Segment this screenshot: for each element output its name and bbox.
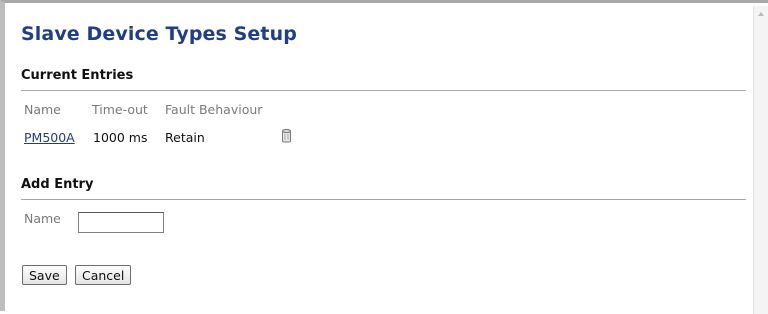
name-field-label: Name — [24, 211, 61, 226]
entry-timeout: 1000 ms — [93, 130, 148, 145]
section-divider — [21, 199, 746, 200]
add-entry-heading: Add Entry — [21, 177, 94, 192]
entry-name-link[interactable]: PM500A — [24, 130, 75, 145]
save-button[interactable]: Save — [22, 265, 67, 285]
column-header-fault-behaviour: Fault Behaviour — [165, 102, 263, 117]
page-frame: Slave Device Types Setup Current Entries… — [0, 0, 768, 314]
scroll-up-arrow-icon[interactable] — [754, 6, 768, 22]
entry-fault-behaviour: Retain — [165, 130, 205, 145]
column-header-timeout: Time-out — [92, 102, 148, 117]
page-title: Slave Device Types Setup — [21, 23, 297, 45]
vertical-scrollbar[interactable] — [753, 6, 768, 314]
current-entries-heading: Current Entries — [21, 68, 134, 83]
name-input[interactable] — [78, 212, 164, 233]
cancel-button[interactable]: Cancel — [75, 265, 132, 285]
column-header-name: Name — [24, 102, 61, 117]
section-divider — [21, 90, 746, 91]
main-content: Slave Device Types Setup Current Entries… — [17, 3, 753, 314]
trash-can-icon[interactable] — [281, 128, 292, 143]
